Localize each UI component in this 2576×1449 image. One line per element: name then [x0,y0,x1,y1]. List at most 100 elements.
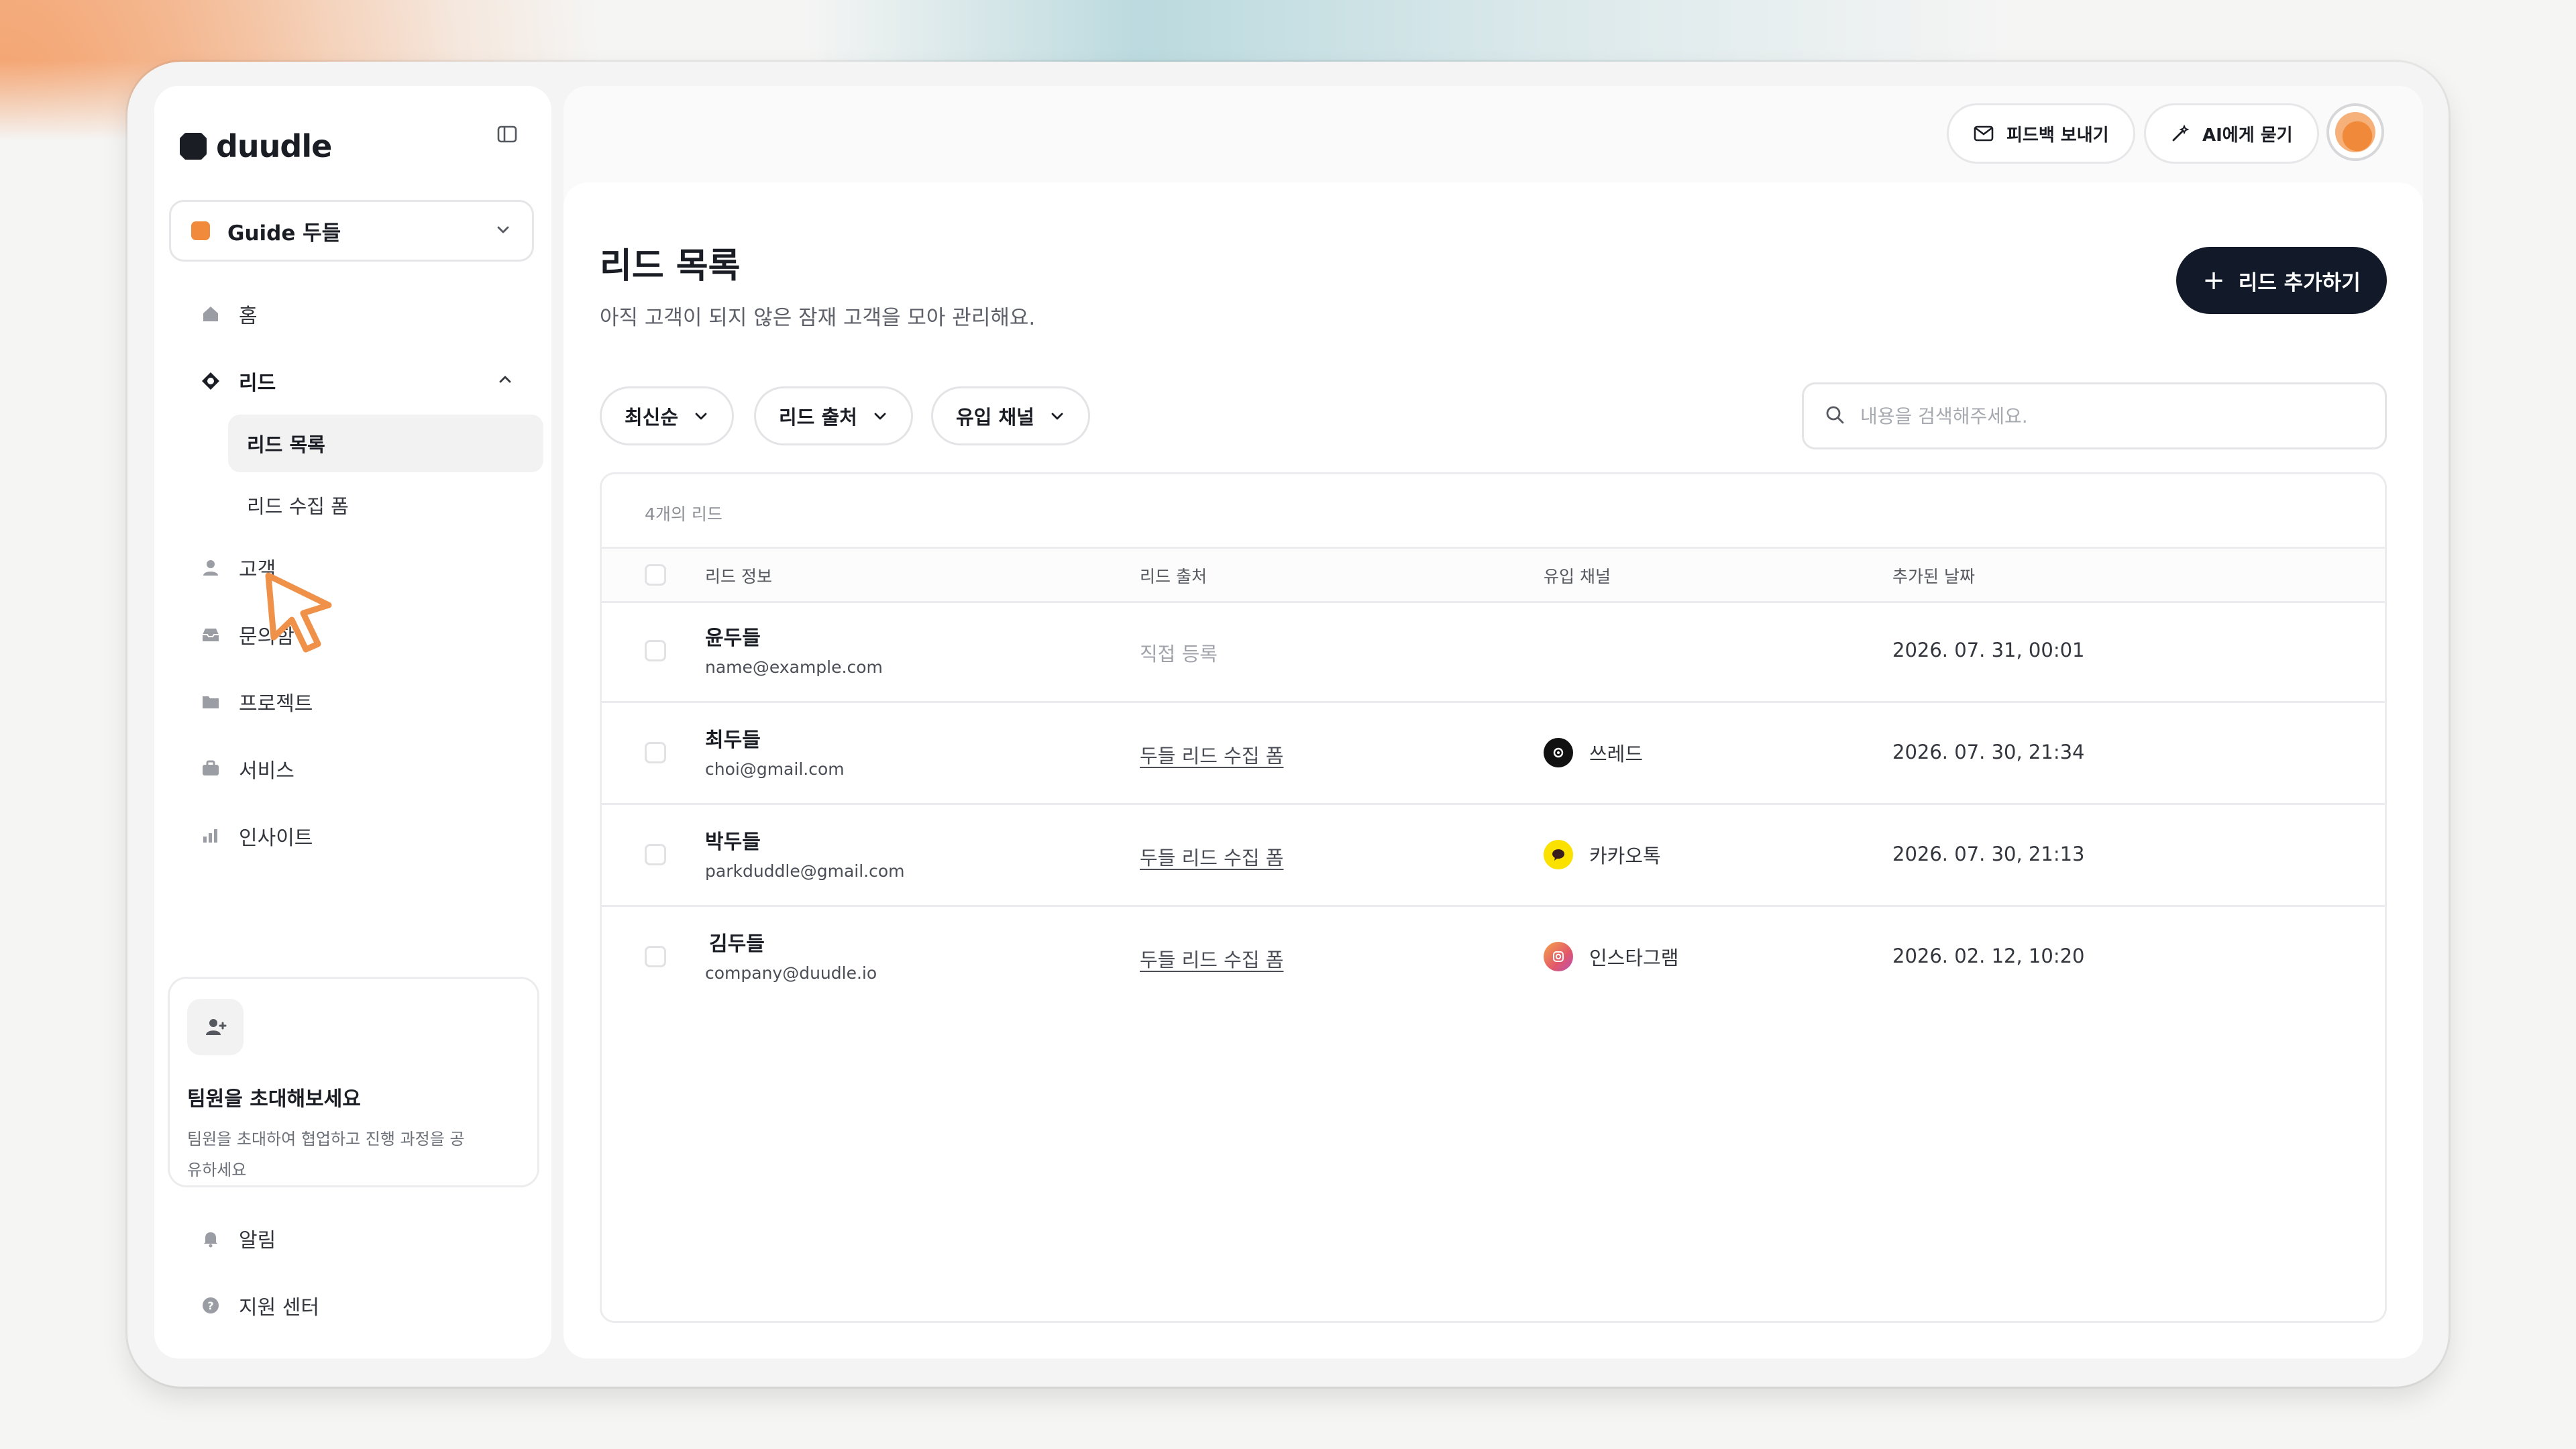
feedback-button[interactable]: 피드백 보내기 [1947,103,2135,164]
search-box[interactable] [1802,382,2387,449]
row-checkbox[interactable] [645,844,666,865]
source-filter[interactable]: 리드 출처 [754,386,913,445]
search-icon [1824,404,1845,428]
lead-name: 김두들 [709,932,765,956]
header-channel: 유입 채널 [1544,567,1611,586]
sort-filter[interactable]: 최신순 [600,386,735,445]
magnet-icon [199,369,223,393]
help-circle-icon: ? [199,1293,223,1318]
sidebar-item-customers[interactable]: 고객 [169,534,534,601]
sidebar: duudle Guide 두들 홈 리드 리드 목록 리드 수집 폼 고객 문의… [154,86,551,1358]
instagram-icon [1544,942,1573,971]
header-date: 추가된 날짜 [1892,567,1975,586]
chevron-down-icon [1049,408,1065,424]
content-area: 리드 목록 아직 고객이 되지 않은 잠재 고객을 모아 관리해요. + 리드 … [564,182,2423,1358]
sidebar-item-home[interactable]: 홈 [169,280,534,347]
avatar-image [2335,112,2375,152]
channel-filter[interactable]: 유입 채널 [931,386,1090,445]
table-row[interactable]: 박두들 parkduddle@gmail.com 두들 리드 수집 폼 카카오톡… [602,805,2385,907]
sidebar-subitem-lead-list[interactable]: 리드 목록 [228,415,543,472]
header-lead-source: 리드 출처 [1140,567,1207,586]
threads-icon [1544,738,1573,767]
kakaotalk-icon [1544,840,1573,869]
magic-wand-icon [2170,123,2190,144]
sidebar-item-label: 프로젝트 [239,692,313,716]
ask-ai-label: AI에게 묻기 [2202,125,2293,146]
lead-name: 최두들 [705,729,761,752]
sort-filter-label: 최신순 [625,406,679,429]
channel-label: 쓰레드 [1589,743,1644,765]
mouse-pointer-icon [262,570,342,657]
lead-source-link[interactable]: 두들 리드 수집 폼 [1140,945,1283,973]
chevron-down-icon [693,408,709,424]
sidebar-toggle-icon[interactable] [491,118,523,150]
home-icon [199,302,223,326]
invite-description: 팀원을 초대하여 협업하고 진행 과정을 공유하세요 [187,1130,465,1179]
bar-chart-icon [199,824,223,848]
row-checkbox[interactable] [645,742,666,763]
workspace-selector[interactable]: Guide 두들 [169,200,534,262]
sidebar-item-services[interactable]: 서비스 [169,735,534,802]
channel-label: 카카오톡 [1589,845,1661,867]
logo-text: duudle [216,128,332,164]
chevron-down-icon [872,408,888,424]
lead-date: 2026. 07. 30, 21:34 [1892,741,2085,763]
sidebar-item-projects[interactable]: 프로젝트 [169,668,534,735]
invite-title: 팀원을 초대해보세요 [187,1087,361,1111]
lead-channel: 인스타그램 [1544,942,1678,971]
row-checkbox[interactable] [645,946,666,967]
lead-date: 2026. 07. 30, 21:13 [1892,843,2085,865]
briefcase-icon [199,757,223,781]
svg-text:?: ? [207,1299,213,1312]
logo-mark-icon [180,133,207,160]
page-description: 아직 고객이 되지 않은 잠재 고객을 모아 관리해요. [600,306,1036,330]
sidebar-bottom-nav: 알림 ? 지원 센터 [169,1205,534,1339]
main-panel: 피드백 보내기 AI에게 묻기 리드 목록 아직 고객이 되지 않은 잠재 고객… [564,86,2423,1358]
lead-email: choi@gmail.com [705,759,845,779]
chevron-up-icon[interactable] [496,370,514,394]
lead-source-link[interactable]: 두들 리드 수집 폼 [1140,843,1283,871]
lead-channel: 쓰레드 [1544,738,1643,767]
lead-count: 4개의 리드 [645,504,722,524]
lead-name: 박두들 [705,830,761,854]
channel-filter-label: 유입 채널 [956,406,1034,429]
lead-name: 윤두들 [705,627,761,650]
folder-icon [199,690,223,714]
sidebar-subitem-lead-form[interactable]: 리드 수집 폼 [228,476,543,534]
page-title: 리드 목록 [600,246,741,286]
bell-icon [199,1226,223,1250]
table-row[interactable]: 최두들 choi@gmail.com 두들 리드 수집 폼 쓰레드 2026. … [602,703,2385,805]
sidebar-item-support[interactable]: ? 지원 센터 [169,1272,534,1339]
sidebar-item-label: 인사이트 [239,826,313,850]
table-header: 리드 정보 리드 출처 유입 채널 추가된 날짜 [602,547,2385,603]
sidebar-item-leads[interactable]: 리드 [169,347,534,415]
logo[interactable]: duudle [180,113,332,180]
source-filter-label: 리드 출처 [779,406,857,429]
lead-source-link[interactable]: 두들 리드 수집 폼 [1140,741,1283,769]
lead-email: parkduddle@gmail.com [705,861,905,881]
row-checkbox[interactable] [645,640,666,661]
lead-date: 2026. 07. 31, 00:01 [1892,639,2085,661]
sidebar-item-notifications[interactable]: 알림 [169,1205,534,1272]
sidebar-item-inbox[interactable]: 문의함 [169,601,534,668]
sidebar-item-insights[interactable]: 인사이트 [169,802,534,869]
inbox-icon [199,623,223,647]
feedback-label: 피드백 보내기 [2006,125,2109,146]
user-plus-icon [187,999,244,1055]
lead-email: name@example.com [705,657,883,677]
mail-icon [1973,124,1994,143]
add-lead-button[interactable]: + 리드 추가하기 [2176,247,2387,314]
sidebar-item-label: 홈 [239,305,258,328]
sidebar-item-label: 리드 [239,372,276,395]
invite-card[interactable]: 팀원을 초대해보세요 팀원을 초대하여 협업하고 진행 과정을 공유하세요 [168,977,539,1187]
select-all-checkbox[interactable] [645,564,666,586]
table-row[interactable]: 윤두들 name@example.com 직접 등록 2026. 07. 31,… [602,601,2385,703]
avatar[interactable] [2326,103,2384,161]
search-input[interactable] [1859,404,2331,428]
workspace-icon [191,221,210,240]
table-row[interactable]: 김두들 company@duudle.io 두들 리드 수집 폼 인스타그램 2… [602,907,2385,1009]
sidebar-item-label: 지원 센터 [239,1296,319,1320]
ask-ai-button[interactable]: AI에게 묻기 [2144,103,2319,164]
user-icon [199,555,223,580]
sidebar-item-label: 알림 [239,1229,276,1252]
